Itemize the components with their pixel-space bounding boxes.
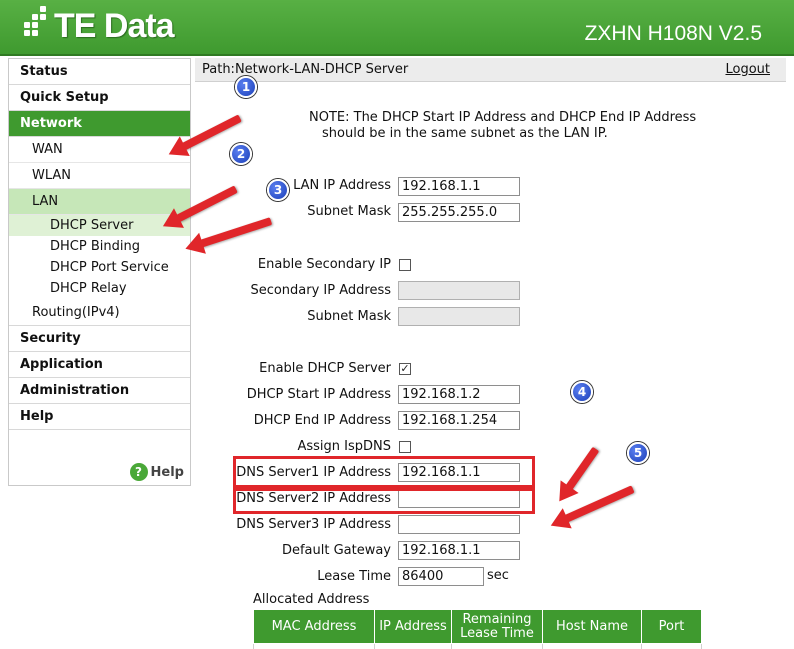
sidebar-item-wan[interactable]: WAN — [9, 137, 190, 163]
assign-ispdns-label: Assign IspDNS — [297, 439, 391, 454]
help-link[interactable]: ? Help — [129, 463, 184, 481]
enable-dhcp-checkbox[interactable]: ✓ — [399, 363, 411, 375]
sidebar-item-administration[interactable]: Administration — [9, 378, 190, 404]
annotation-badge-1: 1 — [235, 76, 257, 98]
header-bar: TE Data ZXHN H108N V2.5 — [0, 0, 794, 56]
allocated-address-table: MAC Address IP Address Remaining Lease T… — [253, 609, 702, 649]
path-bar: Path:Network-LAN-DHCP Server Logout — [195, 58, 786, 82]
annotation-badge-3: 3 — [267, 179, 289, 201]
sidebar-item-dhcp-port-service[interactable]: DHCP Port Service — [9, 257, 190, 278]
annotation-badge-4: 4 — [571, 381, 593, 403]
secondary-subnet-label: Subnet Mask — [307, 309, 391, 324]
sidebar-item-dhcp-relay[interactable]: DHCP Relay — [9, 278, 190, 299]
sidebar: Status Quick Setup Network WAN WLAN LAN … — [8, 58, 191, 486]
enable-secondary-ip-checkbox[interactable] — [399, 259, 411, 271]
note-line-2: should be in the same subnet as the LAN … — [322, 126, 608, 141]
te-data-dots-icon — [22, 6, 52, 44]
enable-dhcp-label: Enable DHCP Server — [259, 361, 391, 376]
table-cell — [451, 643, 543, 649]
sidebar-item-routing[interactable]: Routing(IPv4) — [9, 299, 190, 326]
lan-ip-label: LAN IP Address — [293, 178, 391, 193]
sidebar-item-lan[interactable]: LAN — [9, 189, 190, 215]
secondary-ip-input[interactable] — [398, 281, 520, 300]
model-title: ZXHN H108N V2.5 — [584, 22, 762, 45]
sidebar-item-application[interactable]: Application — [9, 352, 190, 378]
subnet-mask-label: Subnet Mask — [307, 204, 391, 219]
enable-secondary-ip-label: Enable Secondary IP — [257, 257, 391, 272]
column-header-ip: IP Address — [374, 609, 452, 644]
sidebar-item-security[interactable]: Security — [9, 326, 190, 352]
dns1-highlight-box — [233, 456, 535, 488]
table-cell — [374, 643, 452, 649]
lease-time-label: Lease Time — [317, 569, 391, 584]
dns2-highlight-box — [233, 488, 535, 514]
sidebar-item-dhcp-binding[interactable]: DHCP Binding — [9, 236, 190, 257]
lan-ip-input[interactable]: 192.168.1.1 — [398, 177, 520, 196]
allocated-address-title: Allocated Address — [253, 592, 370, 607]
dns3-input[interactable] — [398, 515, 520, 534]
annotation-arrow-3 — [197, 217, 273, 249]
default-gateway-input[interactable]: 192.168.1.1 — [398, 541, 520, 560]
sidebar-item-wlan[interactable]: WLAN — [9, 163, 190, 189]
column-header-mac: MAC Address — [253, 609, 375, 644]
dns3-label: DNS Server3 IP Address — [236, 517, 391, 532]
sidebar-item-status[interactable]: Status — [9, 59, 190, 85]
annotation-arrow-4 — [564, 446, 600, 493]
help-label: Help — [150, 464, 184, 480]
table-cell — [641, 643, 702, 649]
column-header-remaining-lease: Remaining Lease Time — [451, 609, 543, 644]
note-line-1: NOTE: The DHCP Start IP Address and DHCP… — [309, 110, 697, 125]
sidebar-item-help[interactable]: Help — [9, 404, 190, 430]
dhcp-start-label: DHCP Start IP Address — [246, 387, 391, 402]
logo-text: TE Data — [54, 6, 175, 45]
logout-link[interactable]: Logout — [725, 58, 770, 82]
dhcp-end-label: DHCP End IP Address — [253, 413, 391, 428]
secondary-subnet-input[interactable] — [398, 307, 520, 326]
breadcrumb: Path:Network-LAN-DHCP Server — [202, 62, 409, 77]
assign-ispdns-checkbox[interactable] — [399, 441, 411, 453]
table-cell — [542, 643, 642, 649]
sidebar-item-network[interactable]: Network — [9, 111, 190, 137]
table-cell — [253, 643, 375, 649]
lease-time-input[interactable]: 86400 — [398, 567, 484, 586]
note-text: NOTE: The DHCP Start IP Address and DHCP… — [309, 110, 729, 142]
dhcp-end-input[interactable]: 192.168.1.254 — [398, 411, 520, 430]
column-header-port: Port — [641, 609, 702, 644]
subnet-mask-input[interactable]: 255.255.255.0 — [398, 203, 520, 222]
annotation-badge-2: 2 — [230, 143, 252, 165]
help-icon: ? — [129, 463, 148, 481]
annotation-badge-5: 5 — [627, 442, 649, 464]
dhcp-start-input[interactable]: 192.168.1.2 — [398, 385, 520, 404]
sidebar-item-quick-setup[interactable]: Quick Setup — [9, 85, 190, 111]
default-gateway-label: Default Gateway — [281, 543, 391, 558]
te-data-logo: TE Data — [22, 6, 175, 46]
lease-time-unit: sec — [487, 568, 509, 583]
column-header-host-name: Host Name — [542, 609, 642, 644]
secondary-ip-label: Secondary IP Address — [250, 283, 391, 298]
